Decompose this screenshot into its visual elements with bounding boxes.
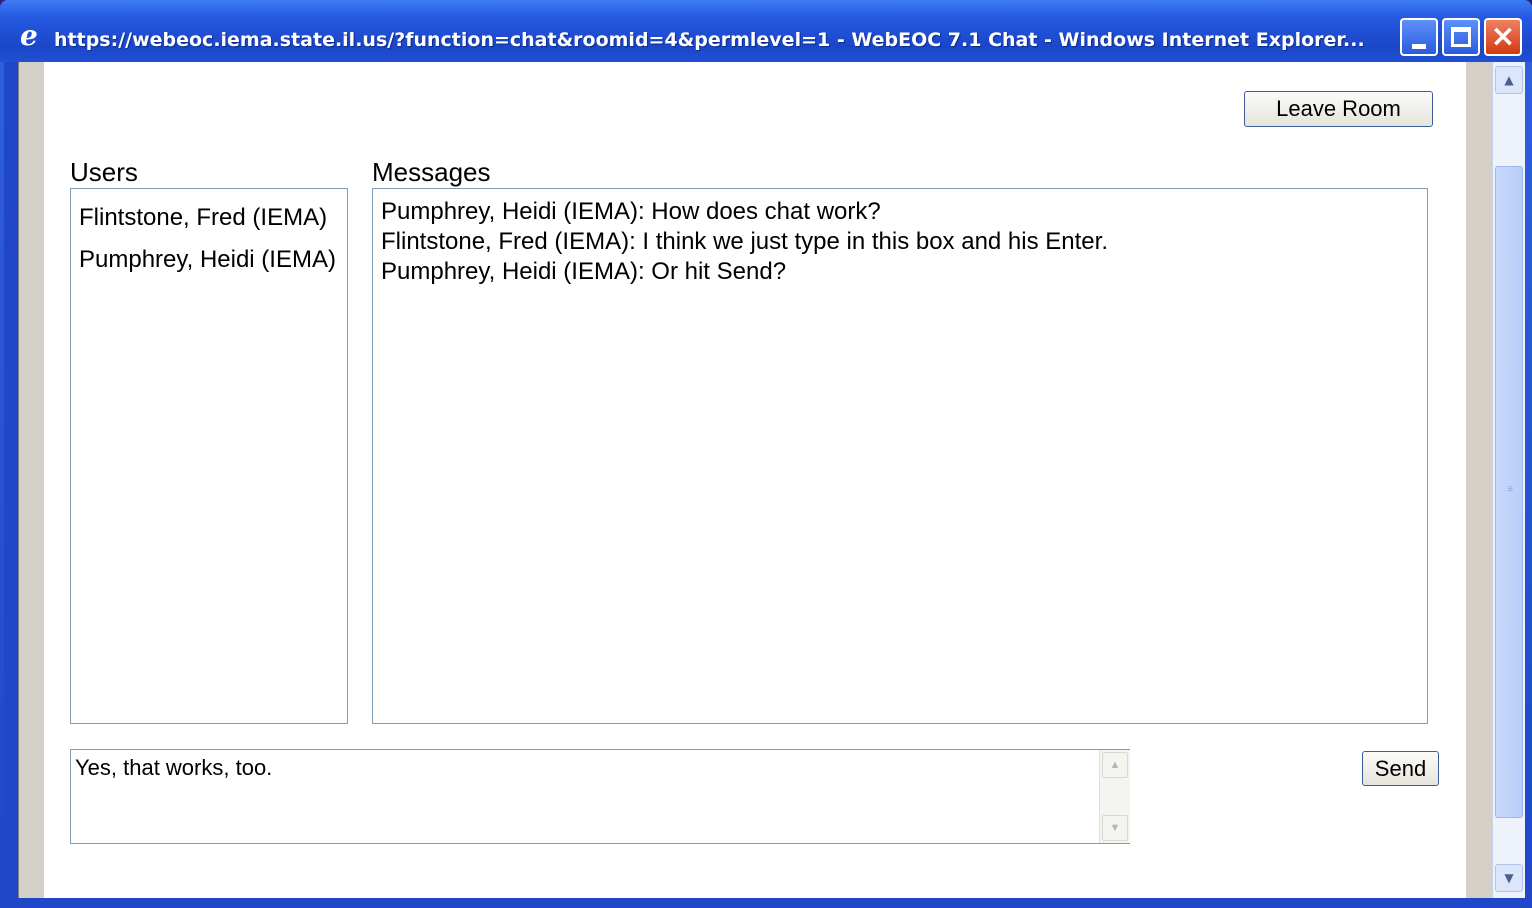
title-bar[interactable]: e https://webeoc.iema.state.il.us/?funct… bbox=[0, 0, 1532, 62]
message-input[interactable]: Yes, that works, too. bbox=[75, 754, 1095, 834]
scroll-up-icon[interactable]: ▲ bbox=[1495, 66, 1523, 94]
list-item[interactable]: Pumphrey, Heidi (IEMA) bbox=[71, 245, 347, 275]
maximize-icon bbox=[1451, 27, 1471, 47]
message-line: Flintstone, Fred (IEMA): I think we just… bbox=[381, 228, 1108, 255]
list-item[interactable]: Flintstone, Fred (IEMA) bbox=[71, 203, 347, 233]
users-list[interactable]: Flintstone, Fred (IEMA) Pumphrey, Heidi … bbox=[70, 188, 348, 724]
leave-room-button[interactable]: Leave Room bbox=[1244, 91, 1433, 127]
maximize-button[interactable] bbox=[1442, 18, 1480, 56]
window-title: https://webeoc.iema.state.il.us/?functio… bbox=[54, 29, 1365, 51]
window-frame-left bbox=[4, 62, 18, 902]
close-button[interactable]: × bbox=[1484, 18, 1522, 56]
send-button[interactable]: Send bbox=[1362, 751, 1439, 786]
ie-icon: e bbox=[20, 19, 38, 52]
window-frame-bottom bbox=[4, 898, 1528, 908]
users-heading: Users bbox=[70, 157, 138, 187]
messages-log[interactable]: Pumphrey, Heidi (IEMA): How does chat wo… bbox=[372, 188, 1428, 724]
page-gutter-left bbox=[18, 62, 45, 898]
message-line: Pumphrey, Heidi (IEMA): How does chat wo… bbox=[381, 198, 881, 225]
scroll-down-icon[interactable]: ▼ bbox=[1495, 864, 1523, 892]
close-icon: × bbox=[1490, 19, 1516, 54]
minimize-button[interactable] bbox=[1400, 18, 1438, 56]
messages-heading: Messages bbox=[372, 157, 491, 187]
page-scrollbar[interactable]: ▲ ≡ ▼ bbox=[1492, 62, 1525, 898]
message-line: Pumphrey, Heidi (IEMA): Or hit Send? bbox=[381, 258, 787, 285]
minimize-icon bbox=[1412, 44, 1426, 49]
page-gutter-right bbox=[1466, 62, 1492, 898]
message-input-box[interactable]: Yes, that works, too. ▲ ▼ bbox=[70, 749, 1130, 844]
grip-icon: ≡ bbox=[1507, 484, 1513, 495]
scroll-down-icon[interactable]: ▼ bbox=[1102, 815, 1128, 841]
browser-window: e https://webeoc.iema.state.il.us/?funct… bbox=[0, 0, 1532, 908]
scroll-up-icon[interactable]: ▲ bbox=[1102, 752, 1128, 778]
input-scrollbar[interactable]: ▲ ▼ bbox=[1099, 750, 1130, 843]
scroll-thumb[interactable]: ≡ bbox=[1495, 166, 1523, 818]
